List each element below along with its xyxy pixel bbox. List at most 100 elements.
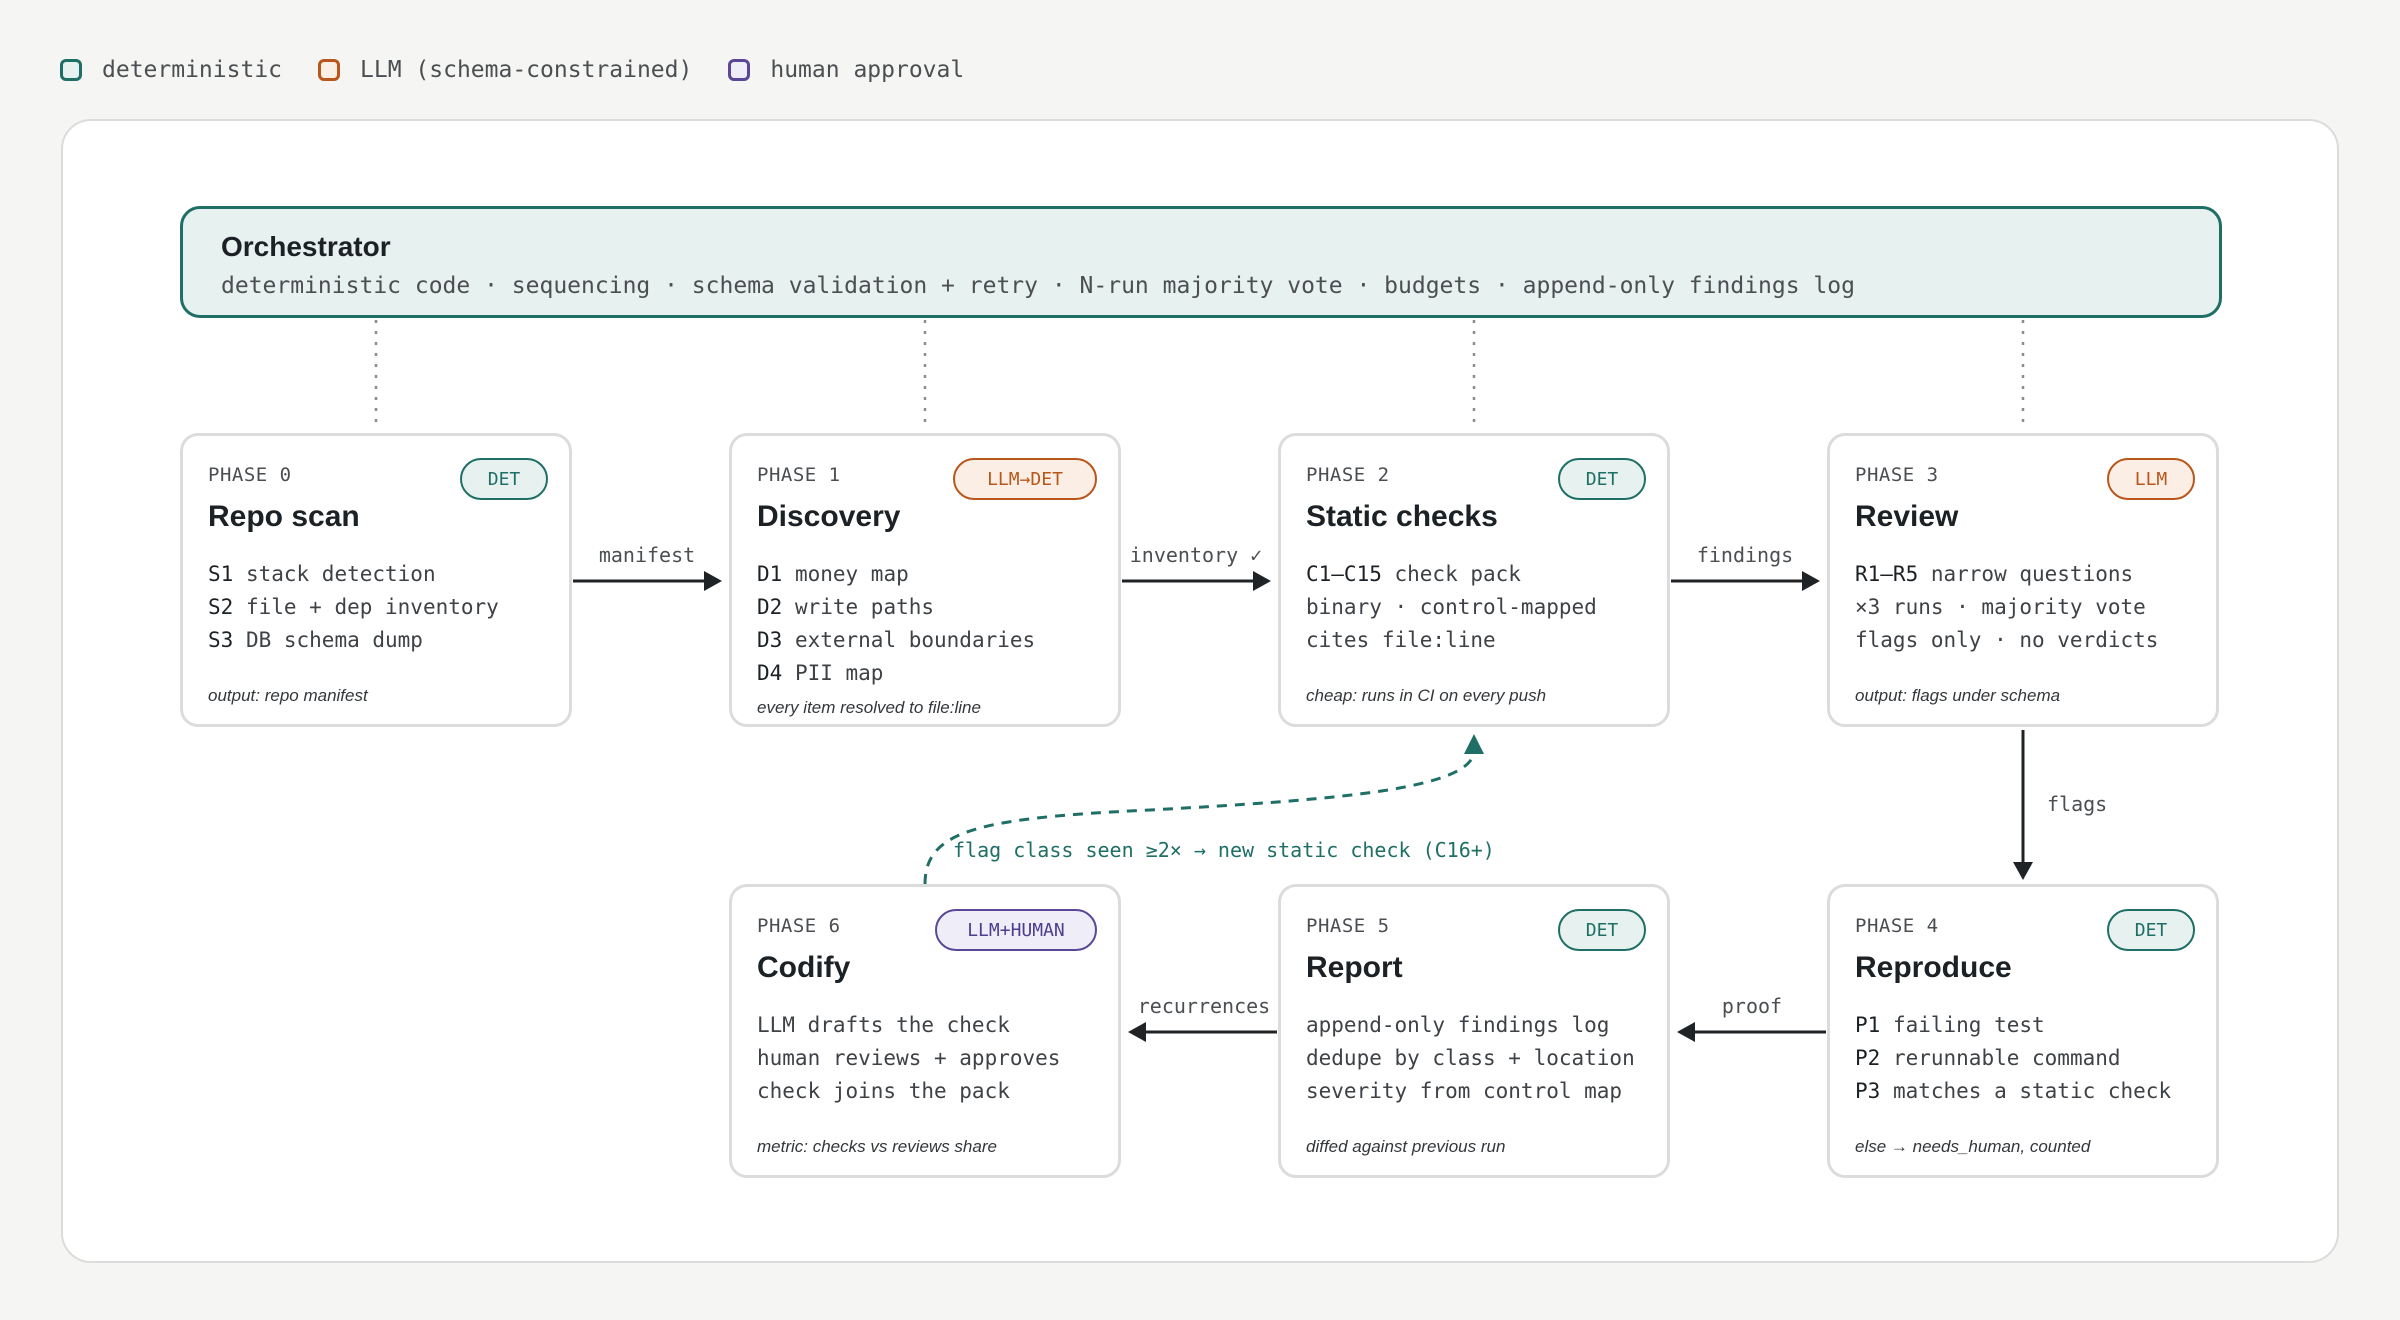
phase-card-3: PHASE 3 LLM Review R1–R5 narrow question… (1827, 433, 2219, 727)
phase-line: S3 DB schema dump (208, 624, 499, 657)
edge-label-proof: proof (1722, 994, 1782, 1018)
phase-note: output: repo manifest (208, 686, 368, 705)
phase-note: diffed against previous run (1306, 1137, 1506, 1156)
phase-line: S2 file + dep inventory (208, 591, 499, 624)
line-text: narrow questions (1918, 562, 2134, 586)
phase-line: P1 failing test (1855, 1009, 2171, 1042)
phase-line: check joins the pack (757, 1075, 1060, 1108)
line-text: write paths (782, 595, 935, 619)
phase-line: D2 write paths (757, 591, 1035, 624)
line-text: DB schema dump (233, 628, 423, 652)
orchestrator-title: Orchestrator (221, 231, 391, 262)
line-text: stack detection (233, 562, 436, 586)
phase-line: human reviews + approves (757, 1042, 1060, 1075)
line-text: cites file:line (1306, 628, 1496, 652)
phase-card-0: PHASE 0 DET Repo scan S1 stack detection… (180, 433, 572, 727)
edge-label-recurrences: recurrences (1138, 994, 1270, 1018)
line-code: S1 (208, 562, 234, 586)
phase-lines: R1–R5 narrow questions ×3 runs · majorit… (1855, 558, 2158, 657)
phase-title: Repo scan (208, 500, 360, 533)
line-code: S3 (208, 628, 234, 652)
edge-label-manifest: manifest (599, 543, 695, 567)
phase-note: every item resolved to file:line (757, 698, 981, 717)
line-text: check joins the pack (757, 1079, 1010, 1103)
phase-line: P2 rerunnable command (1855, 1042, 2171, 1075)
line-text: check pack (1381, 562, 1521, 586)
phase-line: C1–C15 check pack (1306, 558, 1597, 591)
phase-lines: C1–C15 check pack binary · control-mappe… (1306, 558, 1597, 657)
phase-lines: append-only findings log dedupe by class… (1306, 1009, 1635, 1108)
phase-label: PHASE 6 (757, 915, 841, 937)
phase-lines: P1 failing test P2 rerunnable command P3… (1855, 1009, 2171, 1108)
phase-title: Report (1306, 951, 1403, 984)
line-code: S2 (208, 595, 234, 619)
phase-label: PHASE 5 (1306, 915, 1390, 937)
phase-card-6: PHASE 6 LLM+HUMAN Codify LLM drafts the … (729, 884, 1121, 1178)
phase-line: cites file:line (1306, 624, 1597, 657)
edge-phase5-phase6 (1128, 1022, 1277, 1042)
phase-line: LLM drafts the check (757, 1009, 1060, 1042)
phase-line: flags only · no verdicts (1855, 624, 2158, 657)
edge-phase0-phase1 (573, 571, 722, 591)
phase-badge: LLM+HUMAN (935, 909, 1097, 951)
phase-card-4: PHASE 4 DET Reproduce P1 failing test P2… (1827, 884, 2219, 1178)
phase-badge: LLM (2107, 458, 2195, 500)
line-text: binary · control-mapped (1306, 595, 1597, 619)
line-code: D3 (757, 628, 783, 652)
edge-label-inventory: inventory ✓ (1130, 543, 1262, 567)
line-text: human reviews + approves (757, 1046, 1061, 1070)
line-text: external boundaries (782, 628, 1036, 652)
line-text: severity from control map (1306, 1079, 1623, 1103)
phase-note: output: flags under schema (1855, 686, 2061, 705)
phase-label: PHASE 0 (208, 464, 292, 486)
phase-line: D4 PII map (757, 657, 1035, 690)
phase-title: Reproduce (1855, 951, 2012, 984)
phase-line: R1–R5 narrow questions (1855, 558, 2158, 591)
phase-badge: DET (1558, 909, 1646, 951)
line-text: ×3 runs · majority vote (1855, 595, 2146, 619)
line-text: LLM drafts the check (757, 1013, 1010, 1037)
edge-phase4-phase5 (1677, 1022, 1826, 1042)
line-text: money map (782, 562, 909, 586)
line-text: flags only · no verdicts (1855, 628, 2159, 652)
orchestrator-subtitle: deterministic code · sequencing · schema… (221, 273, 1855, 299)
phase-title: Discovery (757, 500, 901, 533)
edge-label-findings: findings (1697, 543, 1793, 567)
phase-note: else → needs_human, counted (1855, 1137, 2091, 1156)
line-text: PII map (782, 661, 884, 685)
line-text: dedupe by class + location (1306, 1046, 1635, 1070)
phase-card-5: PHASE 5 DET Report append-only findings … (1278, 884, 1670, 1178)
phase-label: PHASE 2 (1306, 464, 1390, 486)
phase-note: metric: checks vs reviews share (757, 1137, 997, 1156)
line-text: append-only findings log (1306, 1013, 1610, 1037)
phase-lines: D1 money map D2 write paths D3 external … (757, 558, 1035, 690)
edge-label-flags: flags (2047, 792, 2107, 816)
phase-title: Review (1855, 500, 1959, 533)
line-code: P3 (1855, 1079, 1881, 1103)
phase-label: PHASE 3 (1855, 464, 1939, 486)
line-code: D1 (757, 562, 783, 586)
phase-line: ×3 runs · majority vote (1855, 591, 2158, 624)
line-text: failing test (1880, 1013, 2045, 1037)
phase-label: PHASE 4 (1855, 915, 1939, 937)
line-text: rerunnable command (1880, 1046, 2121, 1070)
line-code: P1 (1855, 1013, 1881, 1037)
edge-phase1-phase2 (1122, 571, 1271, 591)
line-code: R1–R5 (1855, 562, 1919, 586)
edge-phase3-phase4 (2013, 730, 2033, 880)
line-code: C1–C15 (1306, 562, 1382, 586)
phase-line: binary · control-mapped (1306, 591, 1597, 624)
line-code: D4 (757, 661, 783, 685)
line-text: file + dep inventory (233, 595, 499, 619)
phase-card-1: PHASE 1 LLM→DET Discovery D1 money map D… (729, 433, 1121, 727)
line-code: P2 (1855, 1046, 1881, 1070)
phase-badge: LLM→DET (953, 458, 1097, 500)
orchestrator-box: Orchestrator deterministic code · sequen… (180, 206, 2222, 318)
phase-lines: S1 stack detection S2 file + dep invento… (208, 558, 499, 657)
phase-label: PHASE 1 (757, 464, 841, 486)
phase-lines: LLM drafts the check human reviews + app… (757, 1009, 1060, 1108)
phase-note: cheap: runs in CI on every push (1306, 686, 1547, 705)
phase-line: P3 matches a static check (1855, 1075, 2171, 1108)
phase-line: D1 money map (757, 558, 1035, 591)
phase-title: Static checks (1306, 500, 1498, 533)
